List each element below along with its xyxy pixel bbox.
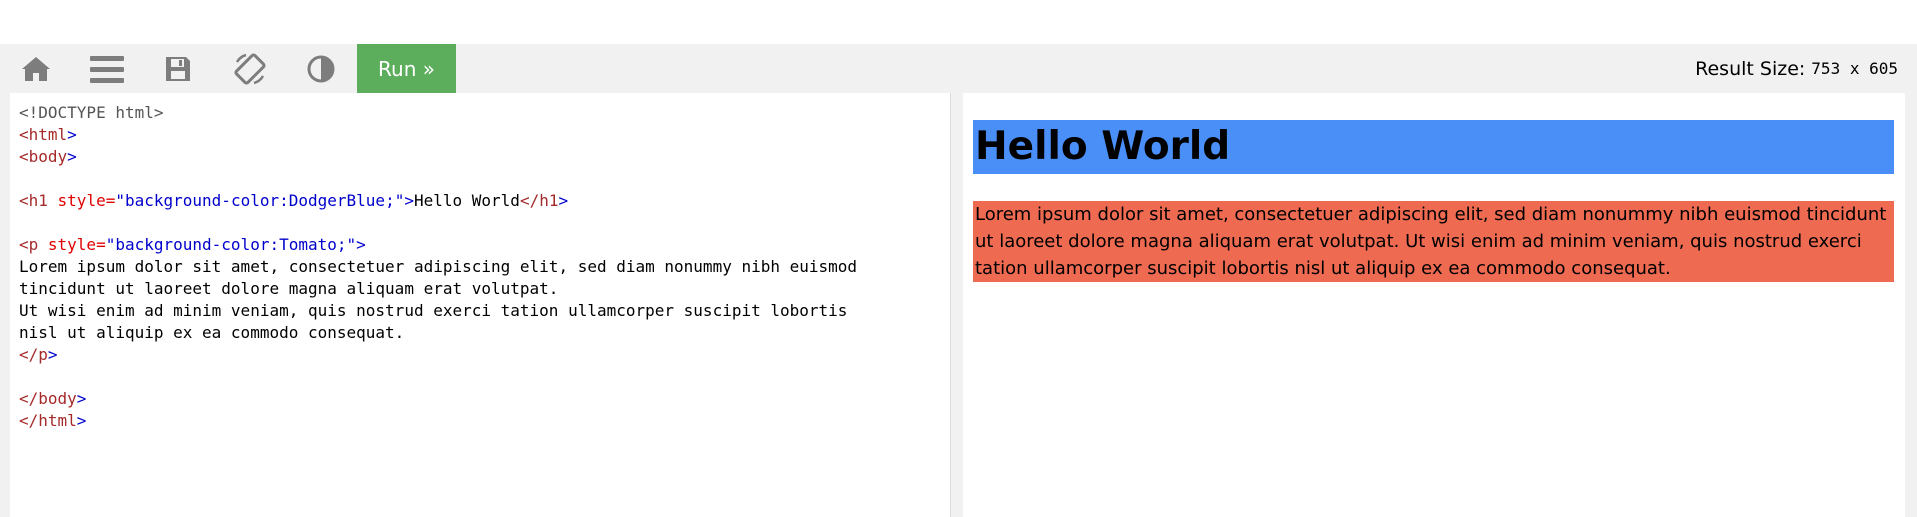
code-line[interactable]: ​ <box>19 212 950 234</box>
code-line[interactable]: ​ <box>19 168 950 190</box>
result-size-value: 753 x 605 <box>1811 59 1898 78</box>
toolbar: Run » Result Size: 753 x 605 <box>0 44 1917 93</box>
code-line[interactable]: <body> <box>19 146 950 168</box>
save-icon <box>166 56 190 81</box>
save-button[interactable] <box>142 44 214 93</box>
code-line[interactable]: </body> <box>19 388 950 410</box>
menu-button[interactable] <box>71 44 143 93</box>
result-paragraph: Lorem ipsum dolor sit amet, consectetuer… <box>973 201 1894 282</box>
contrast-button[interactable] <box>285 44 357 93</box>
menu-icon <box>90 55 124 83</box>
run-button[interactable]: Run » <box>357 44 456 93</box>
home-button[interactable] <box>0 44 72 93</box>
code-content[interactable]: <!DOCTYPE html><html><body>​<h1 style="b… <box>10 93 950 432</box>
result-size-label: Result Size: <box>1695 57 1806 80</box>
result-heading: Hello World <box>973 120 1894 174</box>
code-line[interactable]: Ut wisi enim ad minim veniam, quis nostr… <box>19 300 950 322</box>
code-line[interactable]: </html> <box>19 410 950 432</box>
code-line[interactable]: <h1 style="background-color:DodgerBlue;"… <box>19 190 950 212</box>
code-line[interactable]: nisl ut aliquip ex ea commodo consequat. <box>19 322 950 344</box>
rotate-button[interactable] <box>214 44 286 93</box>
code-line[interactable]: tincidunt ut laoreet dolore magna aliqua… <box>19 278 950 300</box>
code-line[interactable]: Lorem ipsum dolor sit amet, consectetuer… <box>19 256 950 278</box>
rotate-icon <box>234 52 266 85</box>
home-icon <box>22 56 50 81</box>
code-line[interactable]: <!DOCTYPE html> <box>19 102 950 124</box>
code-line[interactable]: </p> <box>19 344 950 366</box>
code-editor[interactable]: <!DOCTYPE html><html><body>​<h1 style="b… <box>10 93 951 517</box>
result-frame: Hello World Lorem ipsum dolor sit amet, … <box>963 93 1905 517</box>
code-line[interactable]: <p style="background-color:Tomato;"> <box>19 234 950 256</box>
contrast-icon <box>307 55 335 82</box>
workspace: <!DOCTYPE html><html><body>​<h1 style="b… <box>0 93 1917 517</box>
code-line[interactable]: ​ <box>19 366 950 388</box>
code-line[interactable]: <html> <box>19 124 950 146</box>
result-size: Result Size: 753 x 605 <box>1695 44 1898 93</box>
